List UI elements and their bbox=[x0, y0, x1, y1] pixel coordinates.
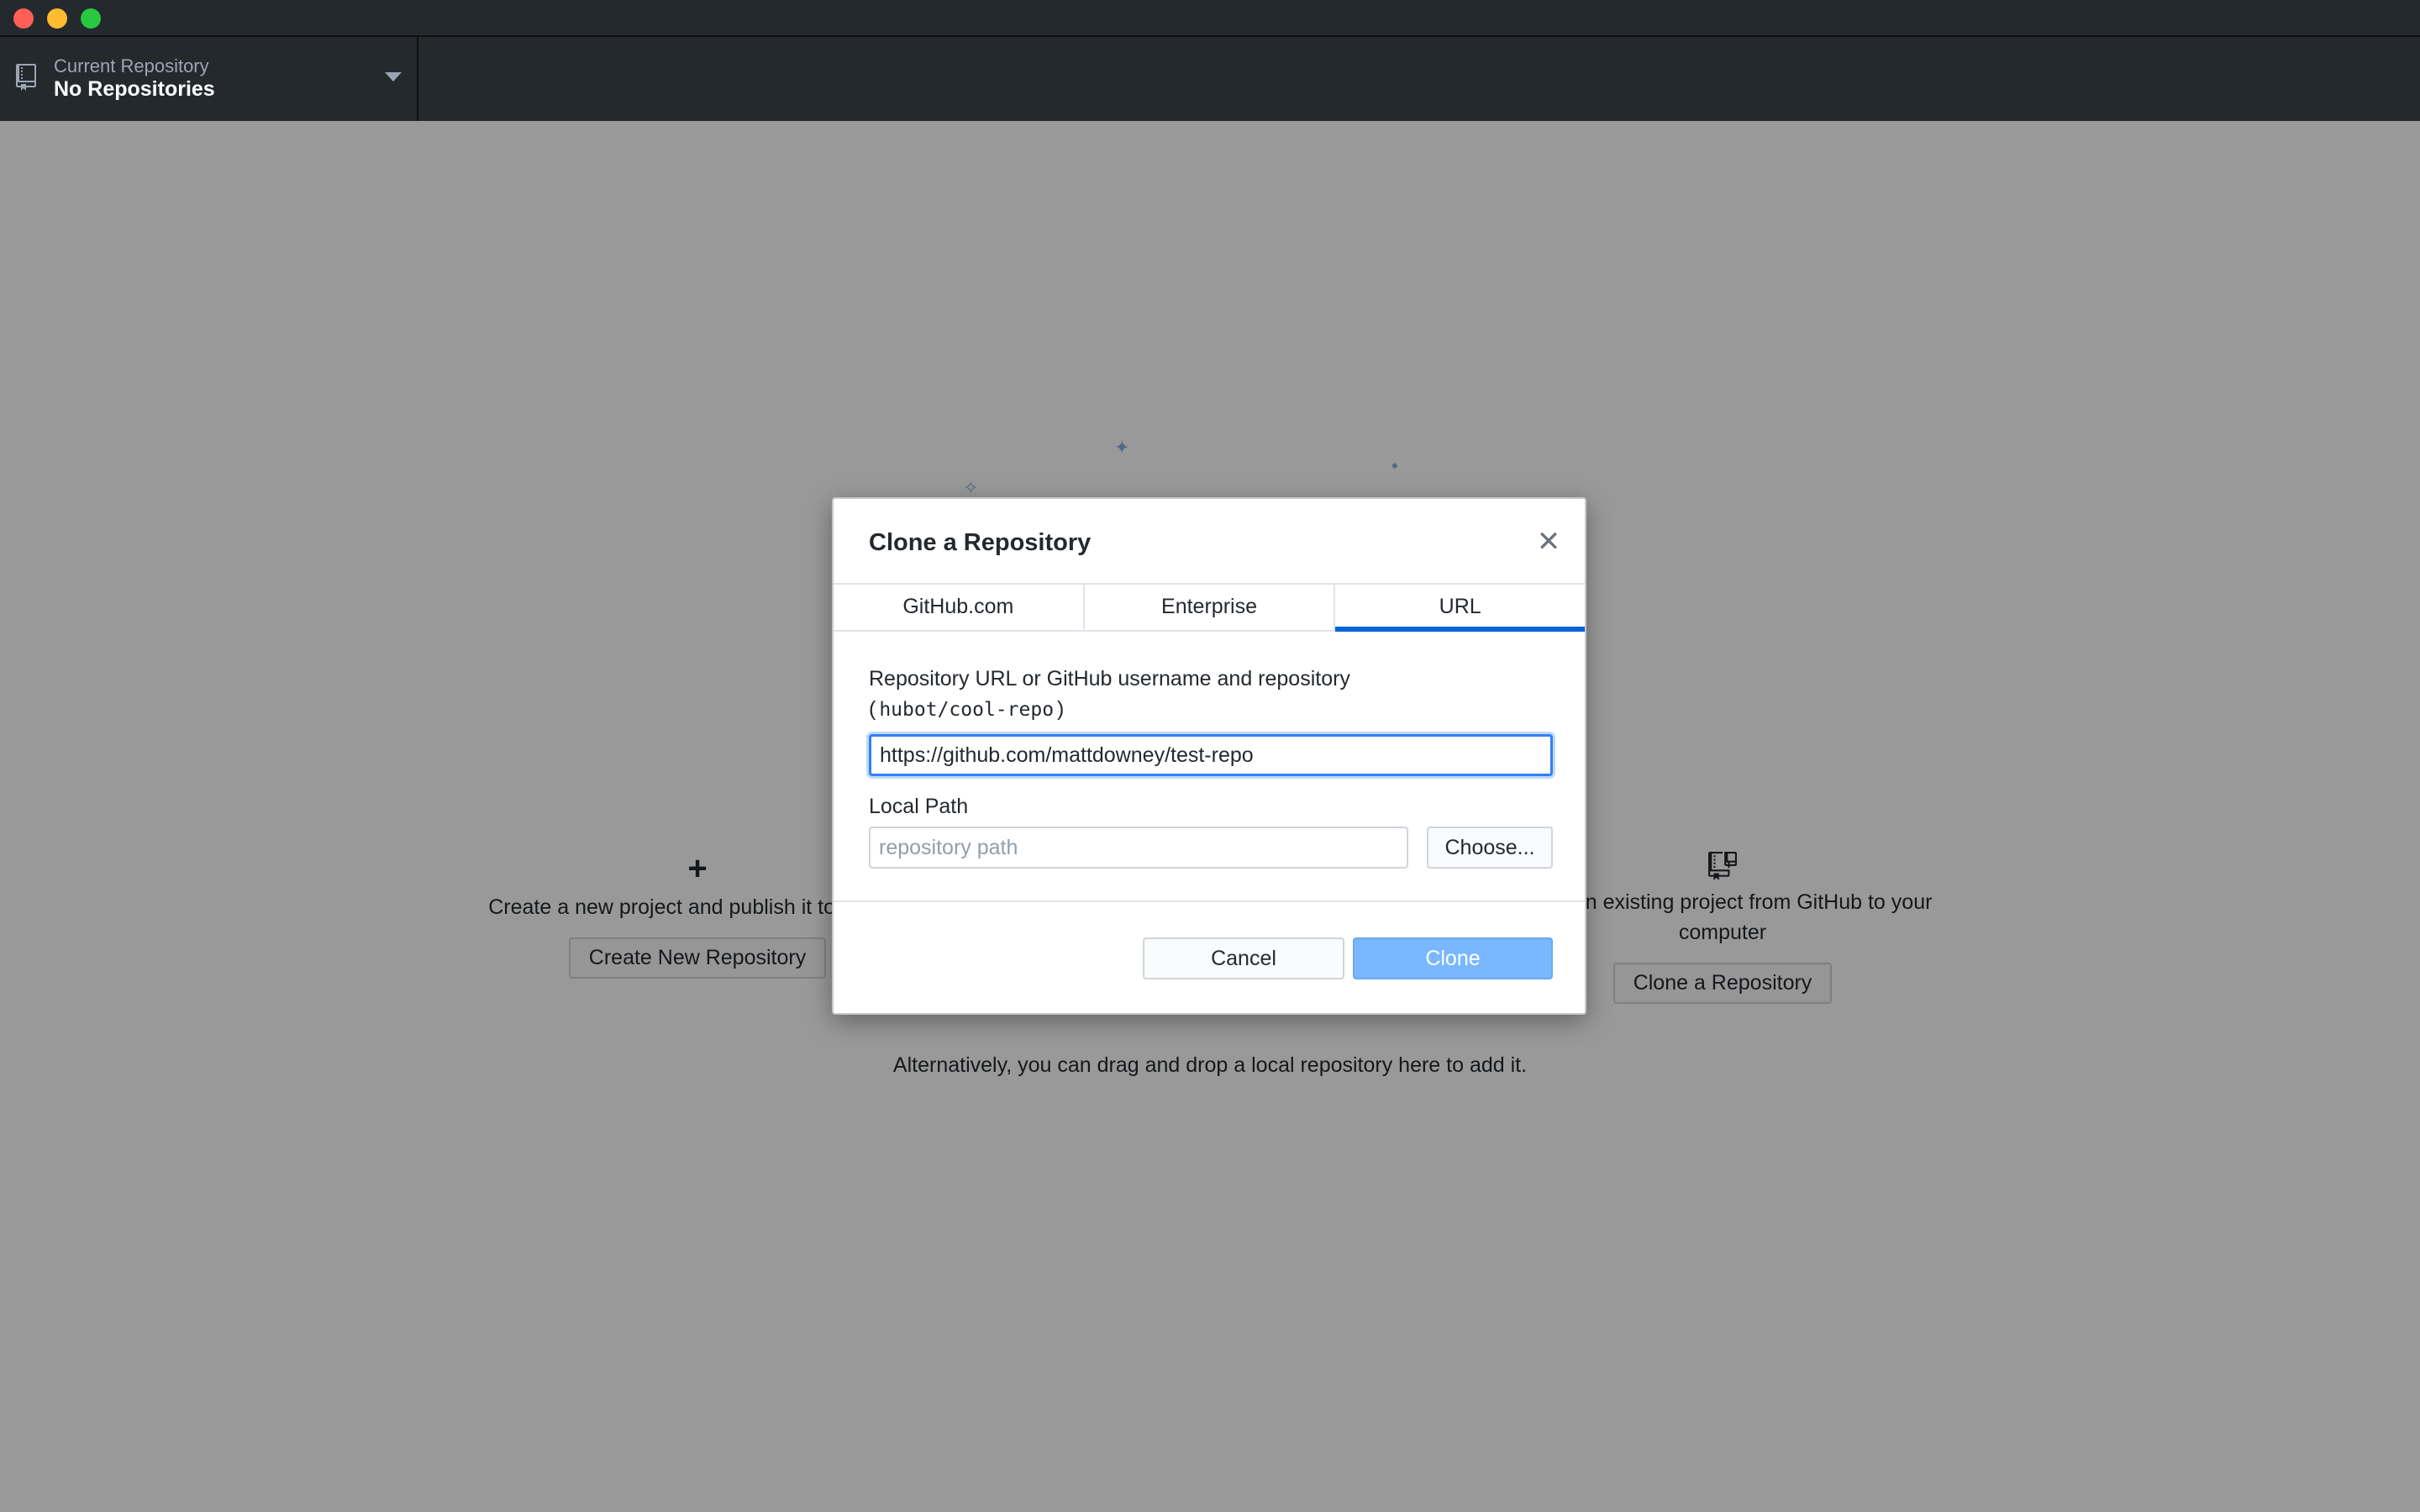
current-repository-dropdown[interactable]: Current Repository No Repositories bbox=[0, 37, 418, 121]
choose-path-button[interactable]: Choose... bbox=[1427, 827, 1553, 869]
window-minimize-button[interactable] bbox=[47, 8, 67, 29]
repo-icon bbox=[16, 64, 36, 91]
clone-source-tabs: GitHub.com Enterprise URL bbox=[834, 583, 1585, 632]
caret-down-icon bbox=[385, 72, 402, 81]
hint-example-code: hubot/cool-repo bbox=[879, 699, 1055, 721]
repository-url-label: Repository URL or GitHub username and re… bbox=[869, 667, 1350, 690]
local-path-input[interactable] bbox=[869, 827, 1408, 869]
cancel-button[interactable]: Cancel bbox=[1143, 937, 1344, 979]
window-zoom-button[interactable] bbox=[81, 8, 101, 29]
window-close-button[interactable] bbox=[13, 8, 34, 29]
repository-url-hint: (hubot/cool-repo) bbox=[869, 697, 1064, 722]
dialog-footer-divider bbox=[834, 900, 1585, 902]
hint-open-paren: ( bbox=[869, 697, 876, 721]
tab-url[interactable]: URL bbox=[1335, 585, 1585, 632]
tab-enterprise[interactable]: Enterprise bbox=[1085, 585, 1336, 630]
current-repository-caption: Current Repository bbox=[54, 55, 209, 76]
hint-close-paren: ) bbox=[1057, 697, 1065, 721]
close-icon[interactable]: ✕ bbox=[1534, 528, 1563, 556]
repository-url-input[interactable] bbox=[869, 734, 1553, 776]
clone-repository-dialog: Clone a Repository ✕ GitHub.com Enterpri… bbox=[832, 497, 1586, 1015]
app-toolbar: Current Repository No Repositories bbox=[0, 37, 2420, 121]
dialog-title: Clone a Repository bbox=[869, 529, 1092, 556]
local-path-label: Local Path bbox=[869, 795, 969, 818]
clone-button[interactable]: Clone bbox=[1353, 937, 1553, 979]
tab-github-com[interactable]: GitHub.com bbox=[834, 585, 1085, 630]
window-titlebar bbox=[0, 0, 2420, 37]
current-repository-name: No Repositories bbox=[54, 77, 215, 101]
